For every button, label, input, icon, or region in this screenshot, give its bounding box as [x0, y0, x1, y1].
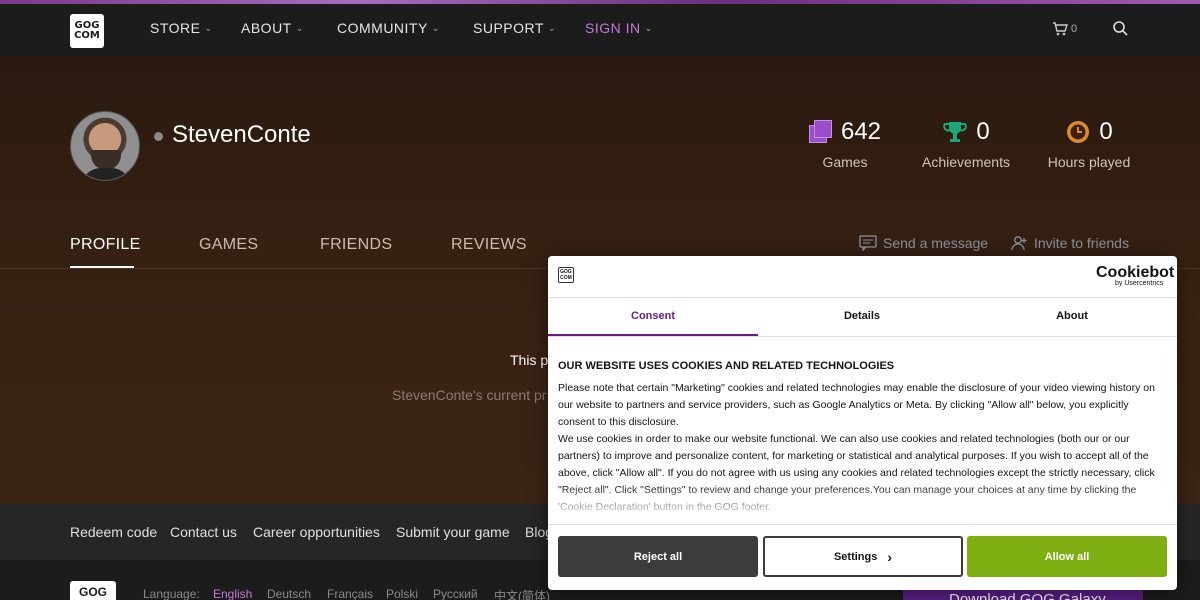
language-label: Language:	[143, 587, 200, 600]
footer-link-submit-game[interactable]: Submit your game	[396, 524, 510, 540]
language-francais[interactable]: Français	[327, 587, 373, 600]
chevron-right-icon: ›	[887, 548, 893, 565]
cookie-title: OUR WEBSITE USES COOKIES AND RELATED TEC…	[558, 360, 895, 372]
tab-reviews[interactable]: REVIEWS	[451, 236, 527, 254]
nav-community-label: COMMUNITY	[337, 20, 428, 36]
cart-count: 0	[1071, 23, 1078, 35]
message-icon	[859, 235, 877, 251]
language-deutsch[interactable]: Deutsch	[267, 587, 311, 600]
tab-friends[interactable]: FRIENDS	[320, 236, 392, 254]
nav-store-label: STORE	[150, 20, 201, 36]
nav-about[interactable]: ABOUT ⌄	[241, 20, 304, 36]
stat-games-value: 642	[840, 118, 882, 145]
tab-profile[interactable]: PROFILE	[70, 236, 141, 254]
stat-hours-value: 0	[1099, 118, 1113, 145]
cookiebot-logo-subtext: by Usercentrics	[1115, 280, 1164, 287]
send-message-label: Send a message	[883, 235, 989, 251]
footer-link-careers[interactable]: Career opportunities	[253, 524, 380, 540]
chevron-down-icon: ⌄	[431, 22, 440, 33]
clock-icon	[1067, 121, 1090, 143]
chevron-down-icon: ⌄	[295, 22, 304, 33]
stat-achievements: 0 Achievements	[922, 118, 1010, 170]
nav-sign-in[interactable]: SIGN IN ⌄	[585, 20, 653, 36]
profile-username: StevenConte	[172, 121, 311, 148]
nav-support-label: SUPPORT	[473, 20, 544, 36]
status-indicator	[154, 132, 163, 141]
language-russian[interactable]: Русский	[433, 587, 478, 600]
cookie-tab-consent[interactable]: Consent	[548, 310, 758, 322]
nav-community[interactable]: COMMUNITY ⌄	[337, 20, 440, 36]
language-polski[interactable]: Polski	[386, 587, 418, 600]
cookie-tab-details[interactable]: Details	[757, 310, 967, 322]
stat-achievements-value: 0	[976, 118, 990, 145]
nav-sign-in-label: SIGN IN	[585, 20, 641, 36]
chevron-down-icon: ⌄	[547, 22, 556, 33]
chevron-down-icon: ⌄	[644, 22, 653, 33]
chevron-down-icon: ⌄	[204, 22, 213, 33]
allow-all-label: Allow all	[1044, 550, 1090, 563]
stat-games: 642 Games	[808, 118, 882, 170]
cookie-tab-divider	[548, 336, 1177, 337]
cart-icon	[1053, 22, 1068, 36]
nav-store[interactable]: STORE ⌄	[150, 20, 213, 36]
avatar	[70, 111, 140, 181]
invite-friends-label: Invite to friends	[1034, 235, 1129, 251]
cookie-tab-about[interactable]: About	[967, 310, 1177, 322]
search-button[interactable]	[1112, 20, 1128, 41]
search-icon	[1113, 21, 1128, 36]
cookie-consent-dialog: GOG COM Cookiebot by Usercentrics Consen…	[548, 256, 1177, 590]
tab-games[interactable]: GAMES	[199, 236, 258, 254]
settings-label: Settings	[833, 550, 878, 563]
top-navigation: GOG COM STORE ⌄ ABOUT ⌄ COMMUNITY ⌄ SUPPORT…	[0, 4, 1200, 56]
games-icon	[808, 120, 833, 144]
language-english[interactable]: English	[213, 587, 252, 600]
invite-friends-button[interactable]: Invite to friends	[1010, 235, 1129, 251]
language-chinese[interactable]: 中文(简体)	[494, 587, 550, 600]
footer-link-contact[interactable]: Contact us	[170, 524, 237, 540]
footer-link-redeem[interactable]: Redeem code	[70, 524, 157, 540]
logo-text-bottom: COM	[74, 30, 100, 41]
gog-logo[interactable]: GOG COM	[70, 14, 104, 48]
gog-small-logo: GOG COM	[558, 267, 574, 283]
reject-all-label: Reject all	[633, 550, 683, 563]
cookie-paragraph-marketing: Please note that certain "Marketing" coo…	[558, 382, 1155, 428]
settings-button[interactable]: Settings ›	[763, 536, 963, 577]
stat-hours-label: Hours played	[1047, 154, 1131, 170]
cookie-text-fade	[548, 484, 1177, 524]
stat-achievements-label: Achievements	[922, 154, 1010, 170]
allow-all-button[interactable]: Allow all	[967, 536, 1167, 577]
private-profile-title: This pr	[510, 352, 553, 368]
nav-support[interactable]: SUPPORT ⌄	[473, 20, 556, 36]
footer-gog-logo[interactable]: GOG	[70, 581, 116, 600]
nav-about-label: ABOUT	[241, 20, 292, 36]
add-user-icon	[1011, 236, 1027, 251]
send-message-button[interactable]: Send a message	[859, 235, 988, 251]
stat-games-label: Games	[822, 154, 868, 170]
cart-button[interactable]: 0	[1052, 21, 1077, 37]
reject-all-button[interactable]: Reject all	[558, 536, 758, 577]
cookie-dialog-header: GOG COM Cookiebot by Usercentrics	[548, 256, 1177, 298]
cookie-footer-divider	[548, 524, 1177, 525]
trophy-icon	[943, 122, 968, 142]
private-profile-subtitle: StevenConte's current pr	[392, 387, 547, 403]
stat-hours: 0 Hours played	[1047, 118, 1131, 170]
